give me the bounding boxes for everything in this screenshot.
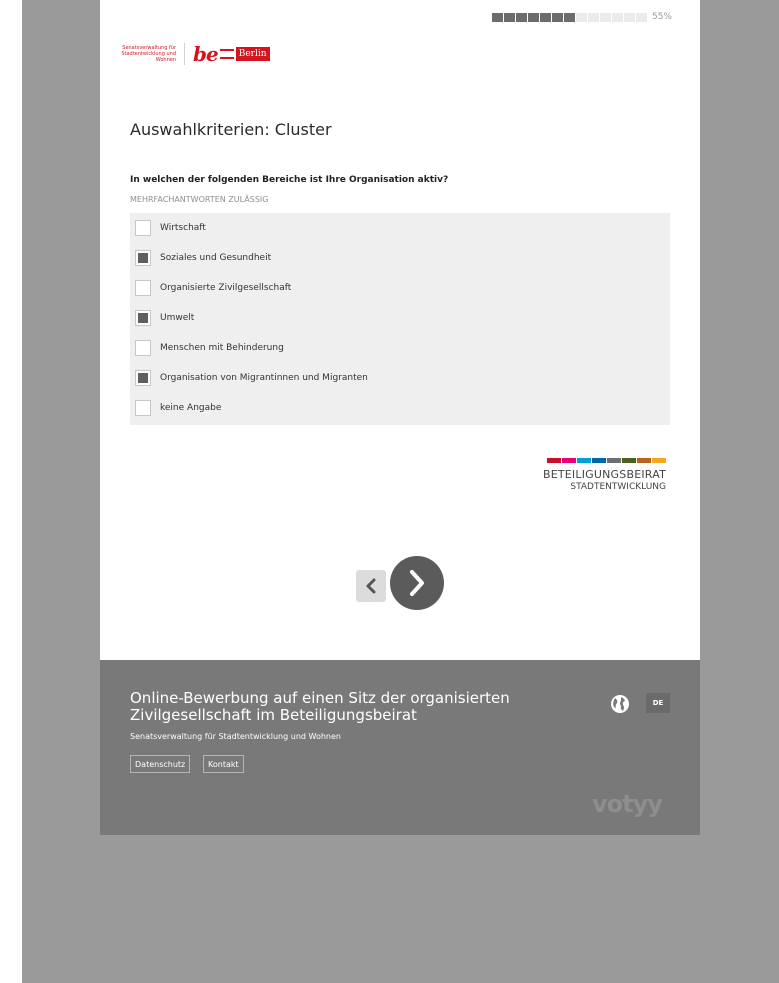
brand-line-2: STADTENTWICKLUNG	[570, 482, 666, 492]
checkbox[interactable]	[135, 280, 151, 296]
logo-divider	[184, 43, 185, 65]
brand-stripe	[607, 458, 621, 463]
brand-stripe	[652, 458, 666, 463]
brand-stripe	[637, 458, 651, 463]
footer-subtitle: Senatsverwaltung für Stadtentwicklung un…	[130, 732, 341, 741]
chevron-right-icon	[410, 570, 424, 596]
berlin-logo-text: Berlin	[235, 47, 270, 61]
option-label: keine Angabe	[160, 403, 222, 413]
brand-stripe	[562, 458, 576, 463]
option-organisierte-zivilgesellschaft[interactable]: Organisierte Zivilgesellschaft	[135, 279, 291, 297]
datenschutz-link[interactable]: Datenschutz	[130, 755, 191, 773]
option-label: Organisierte Zivilgesellschaft	[160, 283, 292, 293]
checkbox[interactable]	[135, 340, 151, 356]
progress-segment	[587, 12, 599, 22]
checkbox[interactable]	[135, 400, 151, 416]
page-title: Auswahlkriterien: Cluster	[130, 120, 332, 139]
option-label: Menschen mit Behinderung	[160, 343, 284, 353]
option-migrantenorganisation[interactable]: Organisation von Migrantinnen und Migran…	[135, 369, 368, 387]
globe-icon[interactable]	[609, 693, 631, 719]
progress-indicator: 55%	[491, 12, 672, 22]
footer: Online-Bewerbung auf einen Sitz der orga…	[100, 660, 700, 835]
votyy-logo[interactable]: votyy	[592, 790, 663, 818]
progress-segment	[503, 12, 515, 22]
option-menschen-mit-behinderung[interactable]: Menschen mit Behinderung	[135, 339, 284, 357]
checkbox[interactable]	[135, 220, 151, 236]
progress-segment	[611, 12, 623, 22]
language-selector[interactable]: DE	[646, 693, 670, 713]
option-wirtschaft[interactable]: Wirtschaft	[135, 219, 206, 237]
progress-segment	[551, 12, 563, 22]
globe-icon-graphic	[611, 695, 629, 713]
kontakt-link[interactable]: Kontakt	[203, 755, 244, 773]
brand-stripe	[592, 458, 606, 463]
checkbox[interactable]	[135, 250, 151, 266]
next-button[interactable]	[390, 556, 444, 610]
progress-percent: 55%	[651, 12, 672, 22]
beteiligungsbeirat-logo: BETEILIGUNGSBEIRAT STADTENTWICKLUNG	[536, 458, 666, 492]
progress-segment	[635, 12, 647, 22]
option-label: Umwelt	[160, 313, 195, 323]
checkbox[interactable]	[135, 370, 151, 386]
option-umwelt[interactable]: Umwelt	[135, 309, 194, 327]
be-logo-text: be	[193, 42, 219, 66]
footer-title: Online-Bewerbung auf einen Sitz der orga…	[130, 689, 510, 724]
progress-segment	[527, 12, 539, 22]
progress-segment	[563, 12, 575, 22]
options-list: Wirtschaft Soziales und Gesundheit Organ…	[130, 213, 670, 425]
brandenburg-gate-icon	[219, 49, 234, 59]
chevron-left-icon	[366, 578, 376, 594]
option-label: Wirtschaft	[160, 223, 206, 233]
brand-stripes	[536, 458, 666, 463]
progress-segment	[491, 12, 503, 22]
brand-stripe	[547, 458, 561, 463]
option-keine-angabe[interactable]: keine Angabe	[135, 399, 221, 417]
progress-segment	[539, 12, 551, 22]
checkbox[interactable]	[135, 310, 151, 326]
progress-segment	[599, 12, 611, 22]
brand-line-1: BETEILIGUNGSBEIRAT	[542, 468, 666, 481]
progress-bar	[491, 12, 648, 22]
senat-logo-text: Senatsverwaltung für Stadtentwicklung un…	[121, 45, 176, 63]
progress-segment	[575, 12, 587, 22]
progress-segment	[515, 12, 527, 22]
progress-segment	[623, 12, 635, 22]
option-label: Soziales und Gesundheit	[160, 253, 272, 263]
question-hint: MEHRFACHANTWORTEN ZULÄSSIG	[130, 195, 269, 204]
berlin-logo[interactable]: Senatsverwaltung für Stadtentwicklung un…	[116, 42, 270, 66]
survey-card: 55% Senatsverwaltung für Stadtentwicklun…	[100, 0, 700, 660]
option-label: Organisation von Migrantinnen und Migran…	[160, 373, 368, 383]
question-text: In welchen der folgenden Bereiche ist Ih…	[130, 175, 449, 185]
option-soziales-gesundheit[interactable]: Soziales und Gesundheit	[135, 249, 271, 267]
brand-stripe	[577, 458, 591, 463]
brand-stripe	[622, 458, 636, 463]
previous-button[interactable]	[356, 570, 386, 602]
